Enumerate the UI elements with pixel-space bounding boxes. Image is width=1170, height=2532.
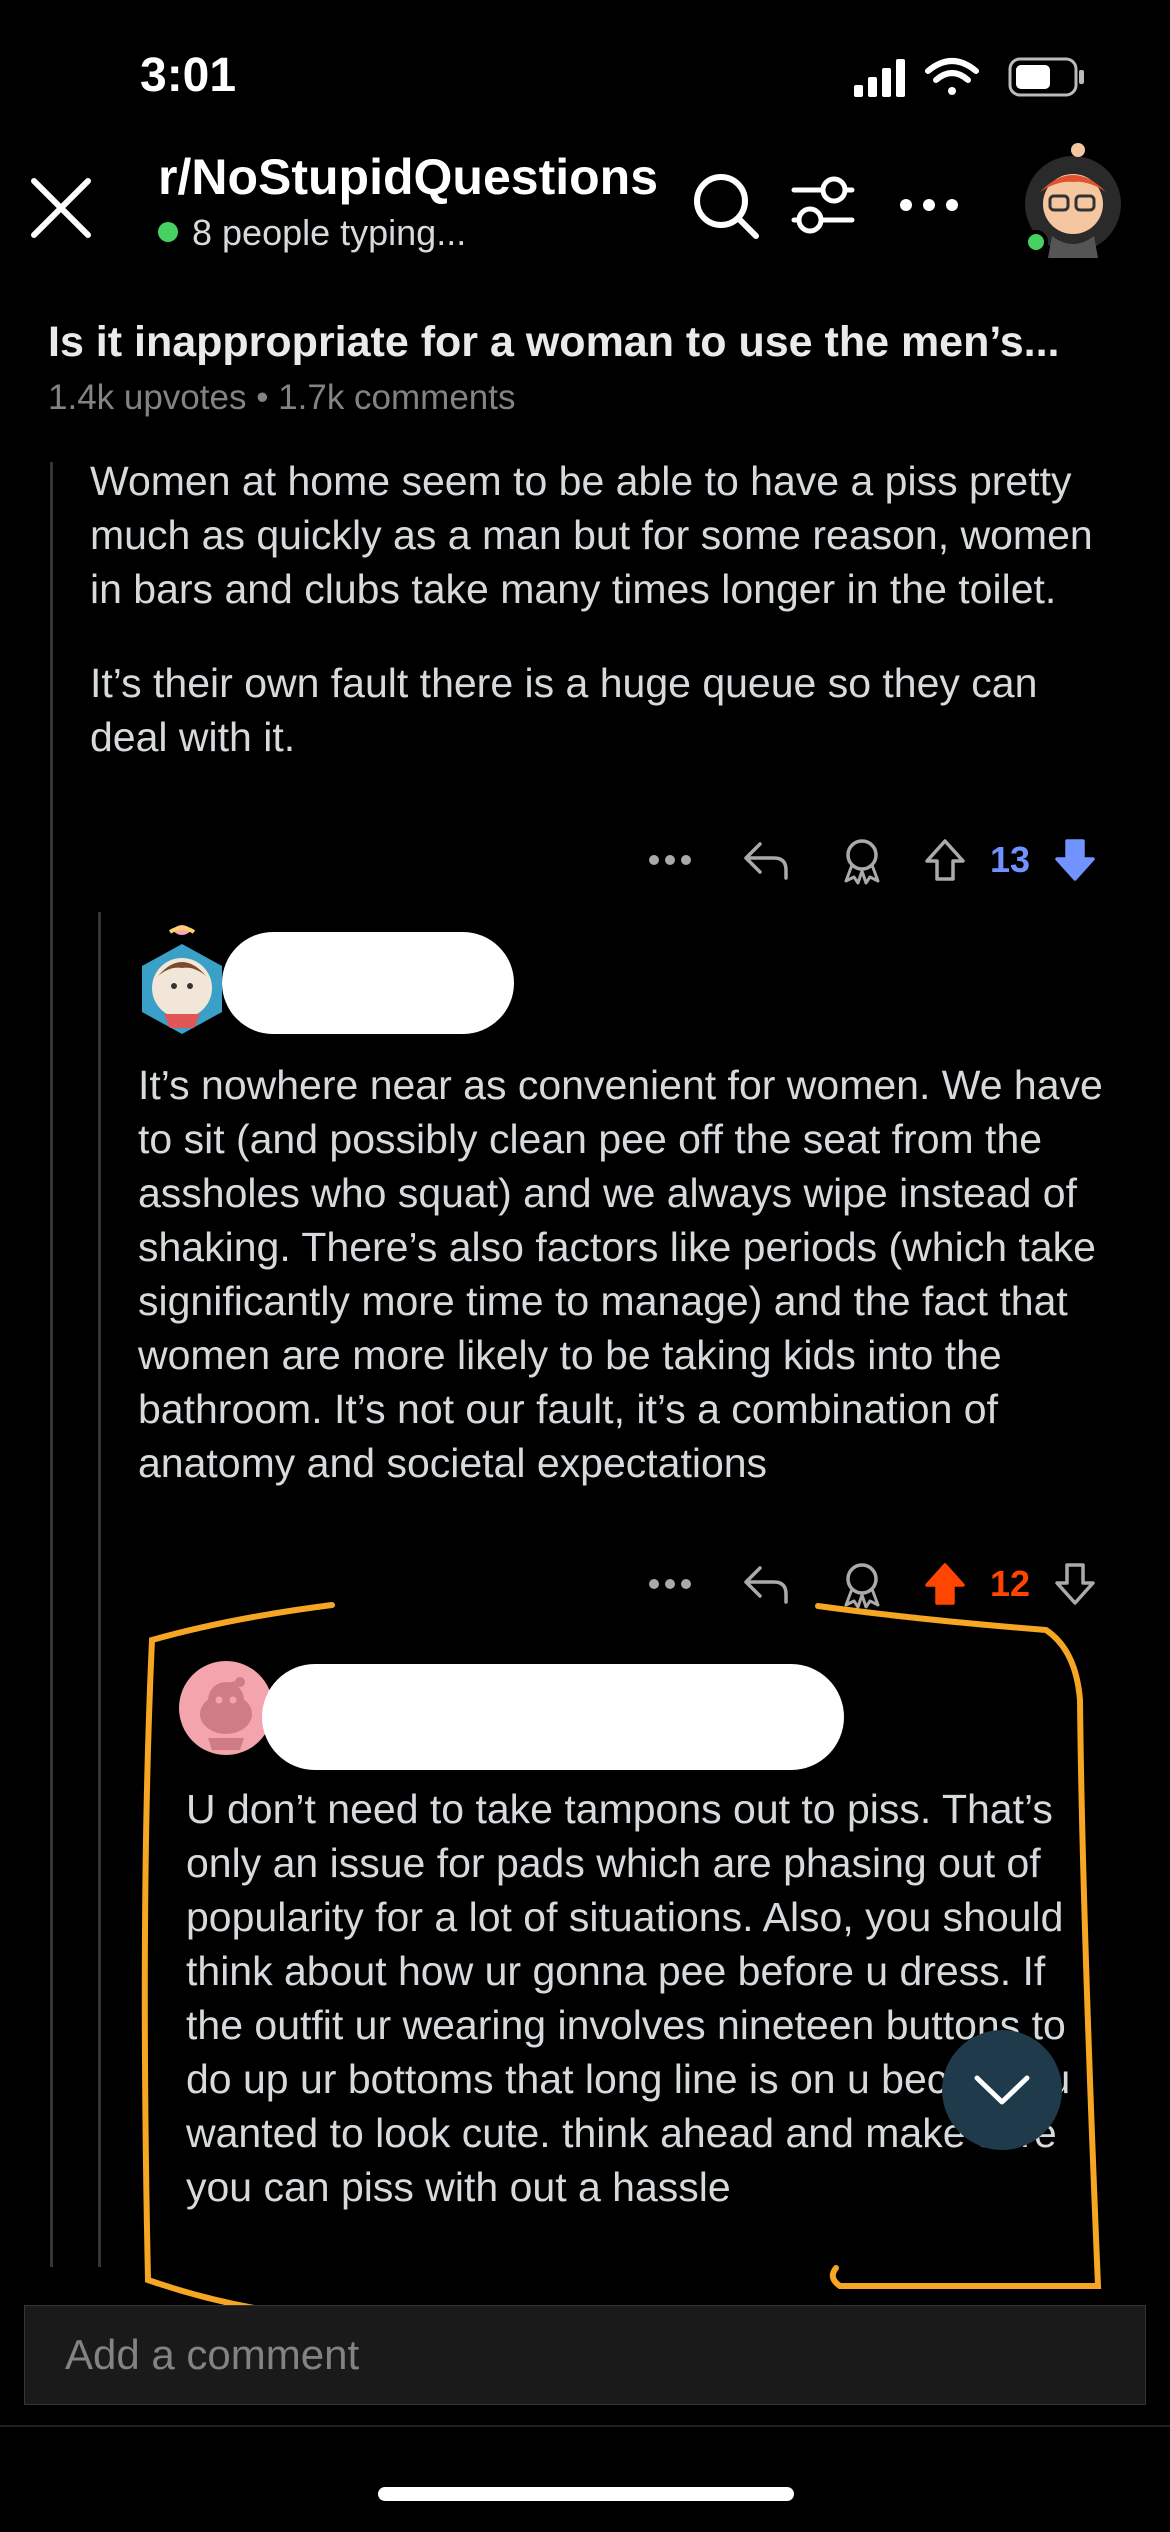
- add-comment-input[interactable]: [25, 2306, 1145, 2404]
- chevron-down-icon: [974, 2075, 1030, 2105]
- search-icon[interactable]: [690, 170, 762, 242]
- user-avatar[interactable]: [1018, 140, 1128, 260]
- award-icon: [844, 839, 880, 885]
- comment-paragraph: It’s nowhere near as convenient for wome…: [138, 1062, 1103, 1486]
- downvote-arrow-icon: [1055, 839, 1095, 881]
- more-button[interactable]: [622, 1554, 718, 1614]
- downvote-button[interactable]: [1040, 1554, 1110, 1614]
- upvote-arrow-icon: [925, 839, 965, 881]
- status-icons: [854, 57, 1084, 97]
- commenter-avatar[interactable]: [134, 918, 230, 1036]
- award-icon: [844, 1563, 880, 1609]
- redacted-username: [262, 1664, 844, 1770]
- downvote-arrow-icon: [1055, 1563, 1095, 1605]
- reply-button[interactable]: [718, 1554, 814, 1614]
- filter-icon[interactable]: [788, 172, 858, 238]
- upvote-button[interactable]: [910, 830, 980, 890]
- battery-icon: [1008, 57, 1084, 97]
- comment-body: It’s nowhere near as convenient for wome…: [138, 1058, 1123, 1530]
- comment-body: Women at home seem to be able to have a …: [90, 454, 1120, 804]
- comment-paragraph: It’s their own fault there is a huge que…: [90, 660, 1038, 760]
- more-options-icon[interactable]: [896, 195, 962, 215]
- comment-actions: 12: [622, 1554, 1110, 1614]
- vote-count: 12: [989, 1563, 1031, 1604]
- comment-actions: 13: [622, 830, 1110, 890]
- comment-composer[interactable]: [24, 2305, 1146, 2405]
- reply-icon: [744, 842, 788, 880]
- redacted-username: [222, 932, 514, 1034]
- thread-line-level-2: [98, 912, 101, 2267]
- cellular-signal-icon: [854, 59, 905, 97]
- typing-text: 8 people typing...: [192, 212, 467, 253]
- award-button[interactable]: [814, 1554, 910, 1614]
- reply-button[interactable]: [718, 830, 814, 890]
- subreddit-title[interactable]: r/NoStupidQuestions: [158, 148, 658, 206]
- divider: [0, 2425, 1170, 2427]
- typing-indicator: 8 people typing...: [158, 212, 466, 254]
- more-icon: [649, 1579, 691, 1589]
- more-icon: [649, 855, 691, 865]
- post-title[interactable]: Is it inappropriate for a woman to use t…: [48, 318, 1138, 367]
- upvote-button[interactable]: [910, 1554, 980, 1614]
- more-button[interactable]: [622, 830, 718, 890]
- close-icon[interactable]: [28, 175, 94, 241]
- post-meta: 1.4k upvotes • 1.7k comments: [48, 378, 516, 417]
- downvote-button[interactable]: [1040, 830, 1110, 890]
- home-indicator[interactable]: [378, 2487, 794, 2501]
- online-dot-icon: [158, 222, 178, 243]
- commenter-avatar[interactable]: [178, 1660, 274, 1756]
- comment-body: U don’t need to take tampons out to piss…: [186, 1782, 1096, 2254]
- wifi-icon: [925, 58, 979, 95]
- reply-icon: [744, 1566, 788, 1604]
- comment-paragraph: U don’t need to take tampons out to piss…: [186, 1786, 1071, 2210]
- comment-paragraph: Women at home seem to be able to have a …: [90, 458, 1093, 612]
- upvote-arrow-icon: [925, 1563, 965, 1605]
- vote-count: 13: [989, 839, 1031, 880]
- scroll-down-button[interactable]: [942, 2030, 1062, 2150]
- award-button[interactable]: [814, 830, 910, 890]
- thread-line-level-1: [50, 462, 53, 2267]
- status-time: 3:01: [140, 49, 237, 102]
